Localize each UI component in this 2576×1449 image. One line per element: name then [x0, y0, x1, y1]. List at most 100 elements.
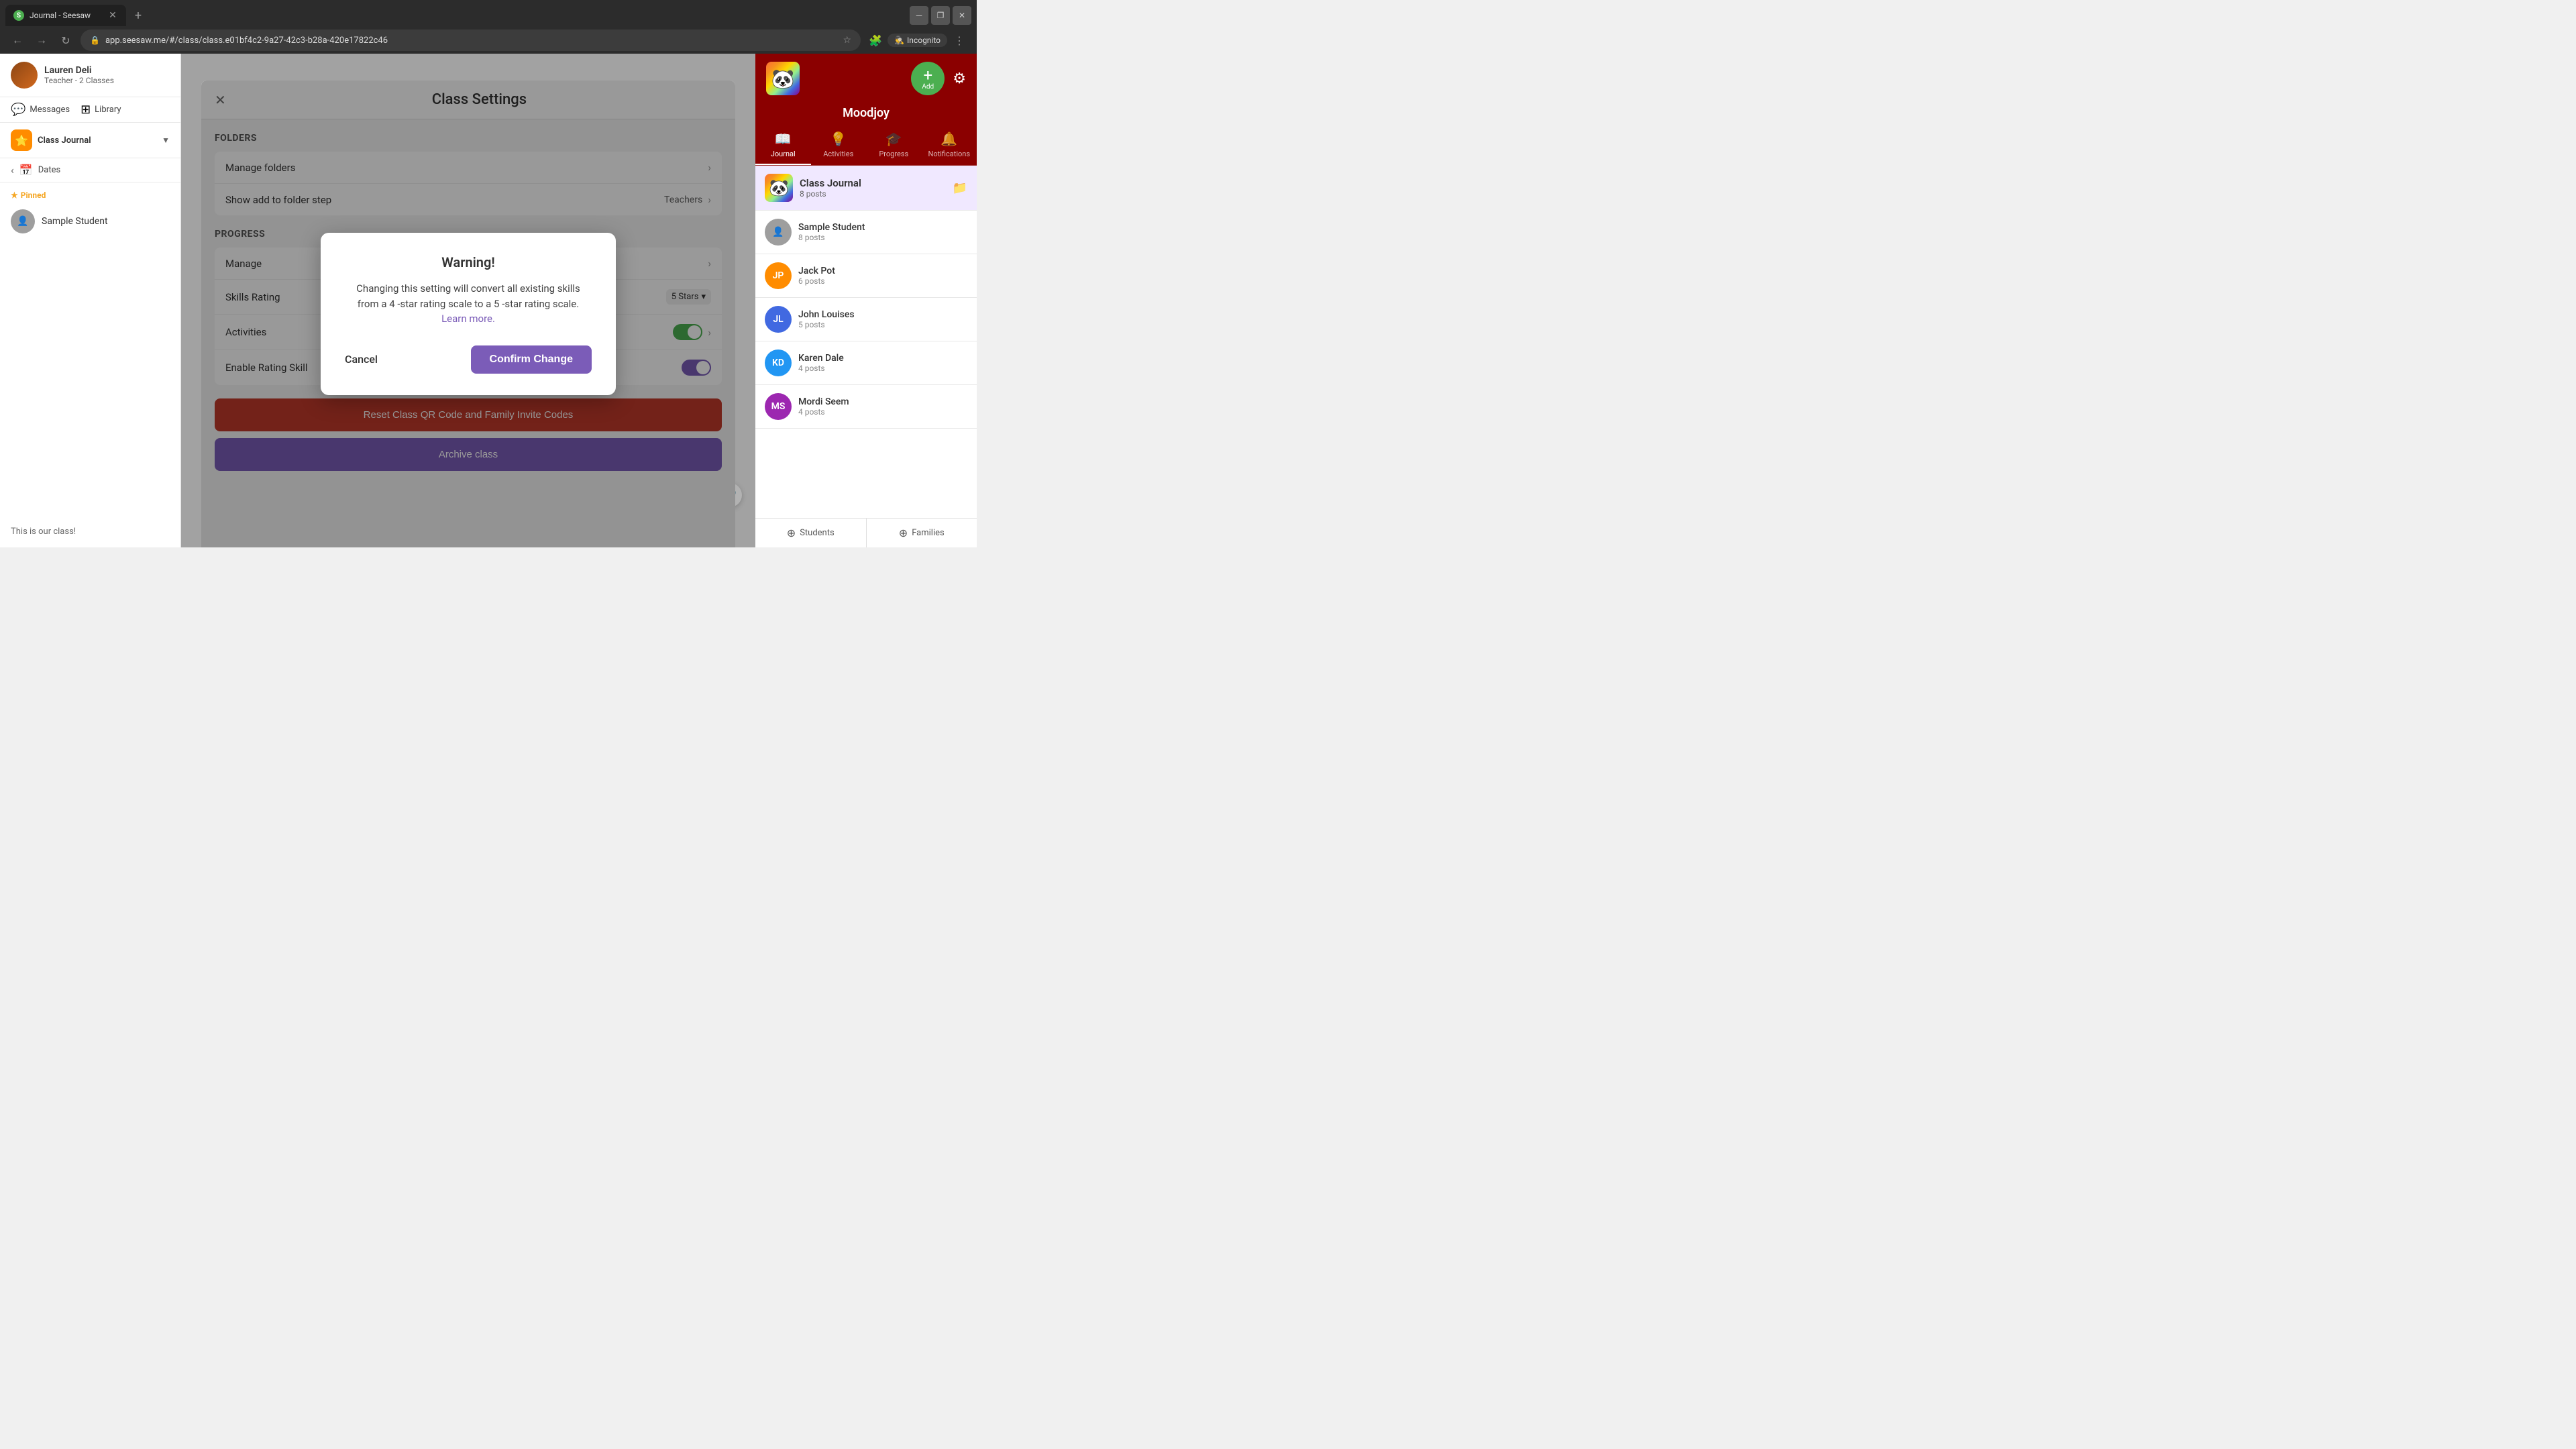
- right-sidebar: 🐼 + Add ⚙ Moodjoy 📖 Journal 💡 Activities…: [755, 54, 977, 547]
- class-journal-logo: 🐼: [765, 174, 793, 202]
- student-posts-0: 8 posts: [798, 233, 967, 242]
- add-students-link[interactable]: ⊕ Students: [755, 519, 867, 547]
- class-icon: ⭐: [11, 129, 32, 151]
- user-info: Lauren Deli Teacher - 2 Classes: [44, 65, 170, 85]
- class-journal-info: Class Journal 8 posts: [800, 177, 946, 199]
- warning-actions: Cancel Confirm Change: [345, 345, 592, 374]
- student-info-0: Sample Student 8 posts: [798, 222, 967, 242]
- add-families-icon: ⊕: [899, 527, 908, 539]
- student-name-0: Sample Student: [798, 222, 967, 233]
- calendar-icon: 📅: [19, 164, 33, 176]
- student-list-item-2[interactable]: JL John Louises 5 posts: [755, 298, 977, 341]
- student-info-2: John Louises 5 posts: [798, 309, 967, 329]
- right-sidebar-header: 🐼 + Add ⚙: [755, 54, 977, 103]
- plus-icon: +: [923, 67, 932, 83]
- student-name-1: Jack Pot: [798, 266, 967, 276]
- tab-favicon: S: [13, 10, 24, 21]
- student-avatar-ms: MS: [765, 393, 792, 420]
- app-name: Moodjoy: [755, 103, 977, 125]
- folder-icon: 📁: [953, 181, 967, 195]
- class-selector[interactable]: ⭐ Class Journal ▼: [0, 123, 180, 158]
- student-list-item-3[interactable]: KD Karen Dale 4 posts: [755, 341, 977, 385]
- settings-modal: ✕ Class Settings FOLDERS Manage folders …: [201, 80, 735, 547]
- pin-star-icon: ★: [11, 191, 18, 200]
- pinned-student-item[interactable]: 👤 Sample Student: [0, 203, 180, 240]
- class-journal-name: Class Journal: [800, 177, 946, 189]
- user-avatar: [11, 62, 38, 89]
- main-content: 🔗 ✕ Class Settings FOLDERS Manage folder…: [181, 54, 755, 547]
- back-btn[interactable]: ←: [8, 31, 27, 50]
- tab-title: Journal - Seesaw: [30, 11, 102, 20]
- learn-more-link[interactable]: Learn more.: [441, 313, 495, 325]
- student-posts-2: 5 posts: [798, 320, 967, 329]
- notifications-icon: 🔔: [941, 131, 957, 147]
- reload-btn[interactable]: ↻: [56, 31, 75, 50]
- warning-dialog-overlay: Warning! Changing this setting will conv…: [201, 80, 735, 547]
- journal-icon: 📖: [775, 131, 792, 147]
- new-tab-btn[interactable]: +: [129, 6, 148, 25]
- url-text: app.seesaw.me/#/class/class.e01bf4c2-9a2…: [105, 36, 838, 46]
- class-journal-posts: 8 posts: [800, 189, 946, 199]
- close-btn[interactable]: ✕: [953, 6, 971, 25]
- left-sidebar: Lauren Deli Teacher - 2 Classes 💬 Messag…: [0, 54, 181, 547]
- warning-dialog: Warning! Changing this setting will conv…: [321, 233, 616, 395]
- url-bar[interactable]: 🔒 app.seesaw.me/#/class/class.e01bf4c2-9…: [80, 30, 861, 51]
- notifications-tab[interactable]: 🔔 Notifications: [922, 125, 977, 165]
- student-info-4: Mordi Seem 4 posts: [798, 396, 967, 417]
- student-list-item-1[interactable]: JP Jack Pot 6 posts: [755, 254, 977, 298]
- confirm-change-btn[interactable]: Confirm Change: [471, 345, 592, 374]
- tab-close-btn[interactable]: ✕: [107, 10, 118, 21]
- add-families-link[interactable]: ⊕ Families: [867, 519, 977, 547]
- add-btn[interactable]: + Add: [911, 62, 945, 95]
- progress-tab[interactable]: 🎓 Progress: [866, 125, 922, 165]
- journal-tab[interactable]: 📖 Journal: [755, 125, 811, 165]
- student-avatar-jl: JL: [765, 306, 792, 333]
- active-tab[interactable]: S Journal - Seesaw ✕: [5, 5, 126, 26]
- user-header: Lauren Deli Teacher - 2 Classes: [0, 54, 180, 97]
- journal-tab-label: Journal: [771, 150, 796, 158]
- pinned-label: ★ Pinned: [11, 191, 170, 200]
- student-posts-1: 6 posts: [798, 276, 967, 286]
- add-students-icon: ⊕: [787, 527, 796, 539]
- date-label: Dates: [38, 165, 60, 175]
- class-journal-item[interactable]: 🐼 Class Journal 8 posts 📁: [755, 166, 977, 211]
- bookmark-icon: ☆: [843, 35, 852, 46]
- student-info-3: Karen Dale 4 posts: [798, 353, 967, 373]
- user-name: Lauren Deli: [44, 65, 170, 76]
- menu-icon[interactable]: ⋮: [950, 31, 969, 50]
- progress-icon: 🎓: [885, 131, 902, 147]
- class-description: This is our class!: [0, 516, 180, 547]
- student-name: Sample Student: [42, 216, 108, 227]
- app-logo: 🐼: [766, 62, 800, 95]
- messages-tab[interactable]: 💬 Messages: [11, 103, 70, 117]
- activities-tab[interactable]: 💡 Activities: [811, 125, 867, 165]
- extensions-icon[interactable]: 🧩: [866, 31, 885, 50]
- progress-tab-label: Progress: [879, 150, 908, 158]
- student-name-3: Karen Dale: [798, 353, 967, 364]
- restore-btn[interactable]: ❐: [931, 6, 950, 25]
- library-tab[interactable]: ⊞ Library: [80, 103, 121, 117]
- student-avatar-ss: 👤: [765, 219, 792, 246]
- student-avatar-jp: JP: [765, 262, 792, 289]
- students-list: 🐼 Class Journal 8 posts 📁 👤 Sample Stude…: [755, 166, 977, 518]
- gear-icon[interactable]: ⚙: [953, 70, 966, 87]
- activities-tab-label: Activities: [823, 150, 853, 158]
- notifications-tab-label: Notifications: [928, 150, 970, 158]
- student-list-item[interactable]: 👤 Sample Student 8 posts: [755, 211, 977, 254]
- add-students-label: Students: [800, 528, 835, 538]
- activities-icon: 💡: [830, 131, 847, 147]
- user-role: Teacher - 2 Classes: [44, 76, 170, 85]
- student-name-2: John Louises: [798, 309, 967, 320]
- warning-body: Changing this setting will convert all e…: [345, 281, 592, 327]
- student-avatar: 👤: [11, 209, 35, 233]
- date-nav: ‹ 📅 Dates: [0, 158, 180, 182]
- student-name-4: Mordi Seem: [798, 396, 967, 407]
- student-info-1: Jack Pot 6 posts: [798, 266, 967, 286]
- forward-btn[interactable]: →: [32, 31, 51, 50]
- prev-date-btn[interactable]: ‹: [11, 164, 14, 176]
- cancel-btn[interactable]: Cancel: [345, 353, 378, 366]
- security-icon: 🔒: [90, 36, 100, 45]
- minimize-btn[interactable]: ─: [910, 6, 928, 25]
- student-list-item-4[interactable]: MS Mordi Seem 4 posts: [755, 385, 977, 429]
- add-label: Add: [922, 83, 934, 91]
